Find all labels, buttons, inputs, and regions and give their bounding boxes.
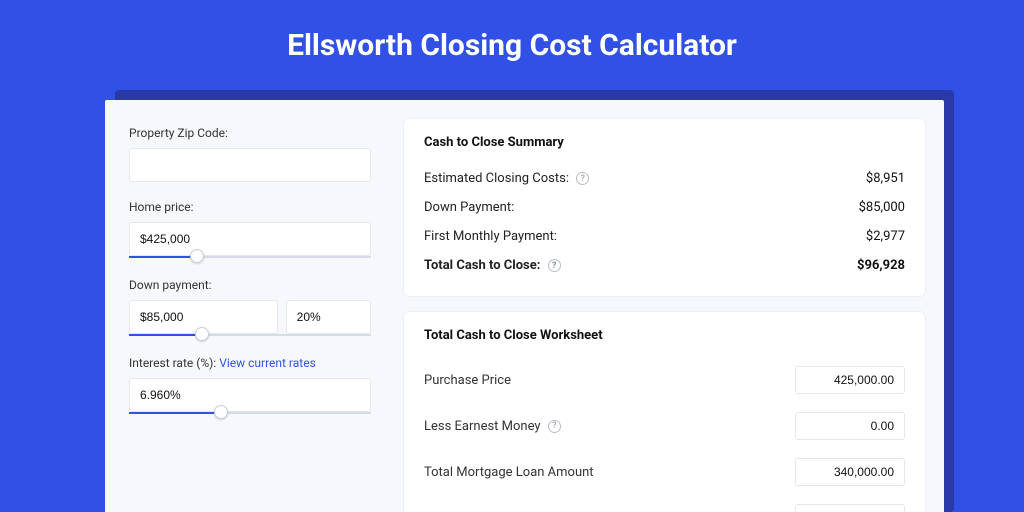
- worksheet-row-input[interactable]: [795, 412, 905, 440]
- summary-total-label: Total Cash to Close:: [424, 258, 540, 273]
- worksheet-row-input[interactable]: [795, 504, 905, 512]
- rate-slider-fill: [129, 412, 221, 414]
- summary-heading: Cash to Close Summary: [424, 135, 905, 150]
- worksheet-row-input[interactable]: [795, 458, 905, 486]
- zip-input[interactable]: [129, 148, 371, 182]
- summary-row-label: Estimated Closing Costs:: [424, 171, 569, 186]
- down-payment-label: Down payment:: [129, 278, 371, 292]
- rate-slider-knob[interactable]: [214, 405, 228, 419]
- zip-field: Property Zip Code:: [129, 126, 371, 182]
- rate-label: Interest rate (%):: [129, 356, 216, 370]
- summary-row: Down Payment: $85,000: [424, 193, 905, 222]
- worksheet-row-label: Less Earnest Money: [424, 419, 541, 434]
- summary-row: Estimated Closing Costs: ? $8,951: [424, 164, 905, 193]
- rate-label-row: Interest rate (%): View current rates: [129, 356, 371, 370]
- home-price-slider-knob[interactable]: [190, 249, 204, 263]
- down-payment-slider-fill: [129, 334, 202, 336]
- worksheet-row-label: Purchase Price: [424, 373, 511, 388]
- summary-row-value: $8,951: [866, 171, 905, 186]
- worksheet-heading: Total Cash to Close Worksheet: [424, 328, 905, 343]
- calculator-panel: Property Zip Code: Home price: Down paym…: [105, 100, 944, 512]
- worksheet-row-input[interactable]: [795, 366, 905, 394]
- worksheet-card: Total Cash to Close Worksheet Purchase P…: [403, 311, 926, 512]
- down-payment-field: Down payment:: [129, 278, 371, 338]
- worksheet-row: Total Mortgage Loan Amount: [424, 449, 905, 495]
- results-column: Cash to Close Summary Estimated Closing …: [395, 100, 944, 512]
- summary-card: Cash to Close Summary Estimated Closing …: [403, 118, 926, 297]
- summary-row-value: $85,000: [859, 200, 905, 215]
- info-icon[interactable]: ?: [548, 420, 561, 433]
- down-payment-slider[interactable]: [129, 332, 371, 338]
- summary-total-value: $96,928: [857, 258, 905, 273]
- rate-field: Interest rate (%): View current rates: [129, 356, 371, 416]
- summary-row-label: Down Payment:: [424, 200, 514, 215]
- summary-total-row: Total Cash to Close: ? $96,928: [424, 251, 905, 280]
- summary-row-value: $2,977: [866, 229, 905, 244]
- summary-row-label: First Monthly Payment:: [424, 229, 557, 244]
- summary-row: First Monthly Payment: $2,977: [424, 222, 905, 251]
- zip-label: Property Zip Code:: [129, 126, 371, 140]
- info-icon[interactable]: ?: [548, 259, 561, 272]
- worksheet-row: Purchase Price: [424, 357, 905, 403]
- down-payment-slider-knob[interactable]: [195, 327, 209, 341]
- down-payment-pct-input[interactable]: [286, 300, 371, 334]
- home-price-slider[interactable]: [129, 254, 371, 260]
- rate-slider[interactable]: [129, 410, 371, 416]
- worksheet-row: Total Second Mortgage Amount ?: [424, 495, 905, 512]
- inputs-column: Property Zip Code: Home price: Down paym…: [105, 100, 395, 512]
- home-price-input[interactable]: [129, 222, 371, 256]
- home-price-slider-fill: [129, 256, 197, 258]
- info-icon[interactable]: ?: [576, 172, 589, 185]
- page-title: Ellsworth Closing Cost Calculator: [0, 0, 1024, 83]
- worksheet-row: Less Earnest Money ?: [424, 403, 905, 449]
- view-rates-link[interactable]: View current rates: [219, 356, 316, 370]
- home-price-field: Home price:: [129, 200, 371, 260]
- worksheet-row-label: Total Mortgage Loan Amount: [424, 465, 594, 480]
- rate-input[interactable]: [129, 378, 371, 412]
- home-price-label: Home price:: [129, 200, 371, 214]
